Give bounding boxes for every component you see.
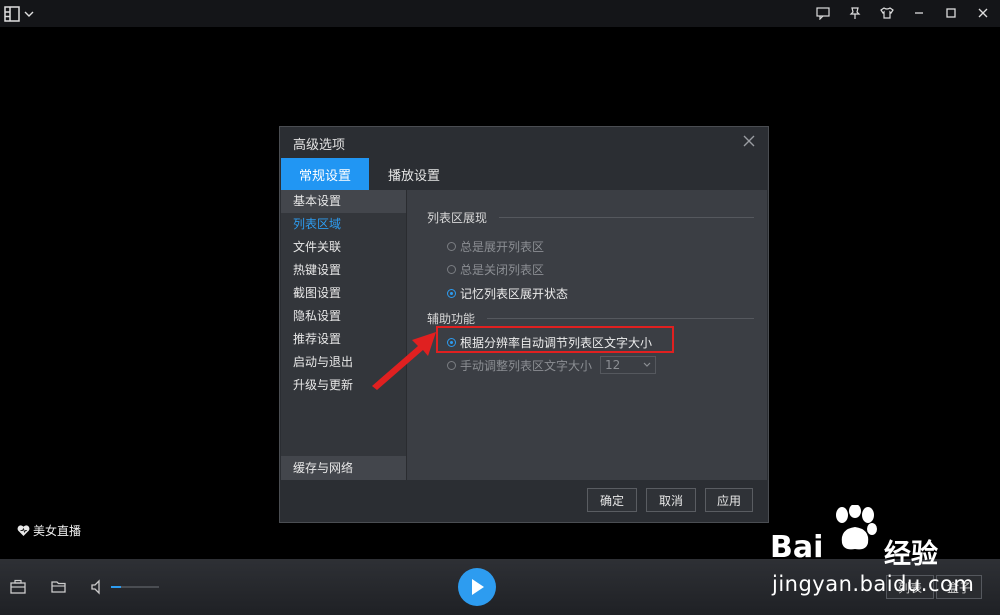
radio-always-expand[interactable]: 总是展开列表区 (447, 238, 544, 255)
nav-item-basic[interactable]: 基本设置 (281, 190, 406, 213)
font-size-value: 12 (605, 358, 621, 372)
app-menu-icon (4, 6, 20, 22)
nav-item-privacy[interactable]: 隐私设置 (281, 305, 406, 328)
annotation-arrow-icon (368, 330, 438, 390)
ok-button[interactable]: 确定 (587, 488, 637, 512)
play-button[interactable] (458, 568, 496, 606)
radio-manual-font-size[interactable]: 手动调整列表区文字大小 12 (447, 356, 657, 374)
live-stream-label: 美女直播 (33, 524, 82, 538)
open-folder-icon[interactable] (50, 578, 68, 596)
radio-circle (447, 242, 456, 251)
tab-general-settings[interactable]: 常规设置 (281, 158, 369, 190)
app-menu-button[interactable] (4, 4, 40, 24)
tab-playback-settings[interactable]: 播放设置 (370, 158, 458, 190)
nav-item-file-association[interactable]: 文件关联 (281, 236, 406, 259)
volume-slider[interactable] (111, 586, 159, 588)
radio-circle-checked (447, 289, 456, 298)
title-bar (0, 0, 1000, 27)
pin-icon[interactable] (846, 4, 864, 22)
radio-circle (447, 265, 456, 274)
chevron-down-icon (643, 362, 651, 368)
cancel-button[interactable]: 取消 (646, 488, 696, 512)
shirt-icon[interactable] (878, 4, 896, 22)
nav-item-hotkeys[interactable]: 热键设置 (281, 259, 406, 282)
radio-circle (447, 360, 456, 370)
dialog-title: 高级选项 (293, 138, 346, 153)
dialog-tabs: 常规设置 播放设置 (280, 158, 768, 190)
nav-item-screenshot[interactable]: 截图设置 (281, 282, 406, 305)
highlight-annotation-box (436, 326, 674, 353)
chevron-down-icon (24, 10, 34, 18)
section-title-list-display: 列表区展现 (427, 211, 488, 225)
radio-label: 手动调整列表区文字大小 (460, 358, 593, 373)
font-size-select[interactable]: 12 (600, 356, 657, 374)
watermark-brand: Bai (770, 530, 824, 565)
volume-icon[interactable] (89, 578, 107, 596)
maximize-icon[interactable] (942, 4, 960, 22)
section-title-accessibility: 辅助功能 (427, 312, 476, 326)
dialog-footer: 确定 取消 应用 (280, 481, 768, 522)
radio-label: 总是展开列表区 (460, 240, 545, 254)
apply-button[interactable]: 应用 (705, 488, 753, 512)
radio-label: 记忆列表区展开状态 (460, 287, 569, 301)
nav-item-list-area[interactable]: 列表区域 (281, 213, 406, 236)
feedback-icon[interactable] (814, 4, 832, 22)
minimize-icon[interactable] (910, 4, 928, 22)
radio-label: 总是关闭列表区 (460, 263, 545, 277)
live-stream-tag[interactable]: 美女直播 (17, 522, 81, 539)
watermark-brand-cn: 经验 (884, 539, 938, 570)
dialog-title-bar: 高级选项 (280, 127, 768, 157)
close-icon[interactable] (974, 4, 992, 22)
heart-icon (17, 524, 30, 537)
advanced-options-dialog: 高级选项 常规设置 播放设置 基本设置 列表区域 文件关联 热键设置 截图设置 … (279, 126, 769, 523)
radio-always-close[interactable]: 总是关闭列表区 (447, 261, 544, 278)
section-divider (499, 217, 754, 218)
volume-slider-fill (111, 586, 121, 588)
toolbox-icon[interactable] (9, 578, 27, 596)
play-icon (469, 578, 485, 596)
section-divider (487, 318, 754, 319)
nav-item-cache-network[interactable]: 缓存与网络 (281, 456, 406, 480)
radio-remember-state[interactable]: 记忆列表区展开状态 (447, 285, 568, 302)
watermark-url: jingyan.baidu.com (772, 572, 975, 596)
paw-logo-icon (832, 505, 878, 553)
dialog-close-icon[interactable] (742, 134, 758, 150)
